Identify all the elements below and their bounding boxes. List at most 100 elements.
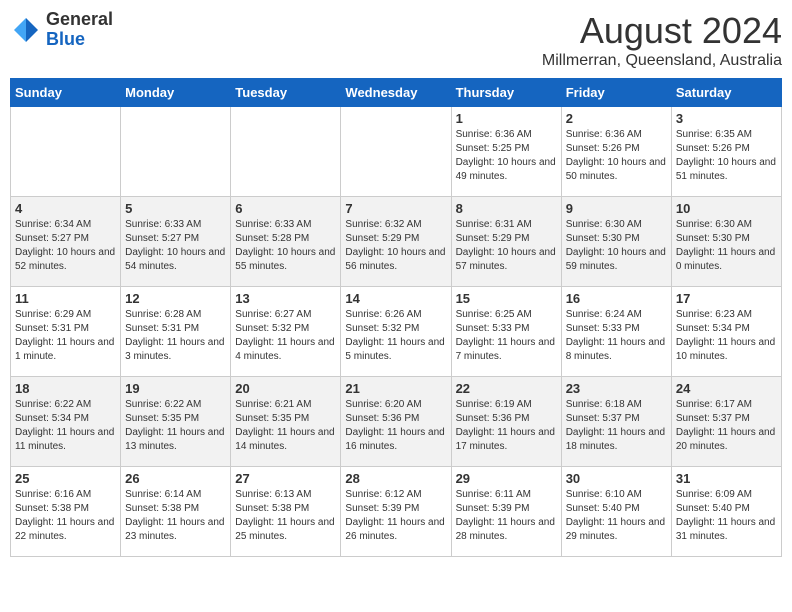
- calendar-cell: 8 Sunrise: 6:31 AM Sunset: 5:29 PM Daylig…: [451, 197, 561, 287]
- day-number: 14: [345, 291, 446, 306]
- day-number: 27: [235, 471, 336, 486]
- day-number: 11: [15, 291, 116, 306]
- day-number: 20: [235, 381, 336, 396]
- day-number: 28: [345, 471, 446, 486]
- calendar-cell: 31Sunrise: 6:09 AM Sunset: 5:40 PM Dayli…: [671, 467, 781, 557]
- calendar-cell: [11, 107, 121, 197]
- day-info: Sunrise: 6:21 AM Sunset: 5:35 PM Dayligh…: [235, 398, 336, 454]
- day-number: 5: [125, 201, 226, 216]
- day-info: Sunrise: 6:26 AM Sunset: 5:32 PM Dayligh…: [345, 308, 446, 364]
- day-info: Sunrise: 6:36 AM Sunset: 5:25 PM Dayligh…: [456, 128, 557, 184]
- calendar-cell: 4 Sunrise: 6:34 AM Sunset: 5:27 PM Daylig…: [11, 197, 121, 287]
- day-info: Sunrise: 6:22 AM Sunset: 5:34 PM Dayligh…: [15, 398, 116, 454]
- day-number: 8: [456, 201, 557, 216]
- day-number: 21: [345, 381, 446, 396]
- day-number: 18: [15, 381, 116, 396]
- day-info: Sunrise: 6:18 AM Sunset: 5:37 PM Dayligh…: [566, 398, 667, 454]
- day-info: Sunrise: 6:28 AM Sunset: 5:31 PM Dayligh…: [125, 308, 226, 364]
- day-info: Sunrise: 6:17 AM Sunset: 5:37 PM Dayligh…: [676, 398, 777, 454]
- day-info: Sunrise: 6:11 AM Sunset: 5:39 PM Dayligh…: [456, 488, 557, 544]
- day-number: 22: [456, 381, 557, 396]
- calendar-cell: 27 Sunrise: 6:13 AM Sunset: 5:38 PM Dayli…: [231, 467, 341, 557]
- day-info: Sunrise: 6:25 AM Sunset: 5:33 PM Dayligh…: [456, 308, 557, 364]
- column-header-tuesday: Tuesday: [231, 79, 341, 107]
- logo-general: General: [46, 10, 113, 30]
- day-number: 15: [456, 291, 557, 306]
- day-number: 3: [676, 111, 777, 126]
- day-number: 30: [566, 471, 667, 486]
- calendar-cell: 26 Sunrise: 6:14 AM Sunset: 5:38 PM Dayli…: [121, 467, 231, 557]
- calendar-cell: 2 Sunrise: 6:36 AM Sunset: 5:26 PM Daylig…: [561, 107, 671, 197]
- calendar-week-row: 18 Sunrise: 6:22 AM Sunset: 5:34 PM Dayli…: [11, 377, 782, 467]
- calendar-cell: 5Sunrise: 6:33 AM Sunset: 5:27 PM Daylig…: [121, 197, 231, 287]
- calendar-cell: 30Sunrise: 6:10 AM Sunset: 5:40 PM Dayli…: [561, 467, 671, 557]
- day-info: Sunrise: 6:27 AM Sunset: 5:32 PM Dayligh…: [235, 308, 336, 364]
- column-header-friday: Friday: [561, 79, 671, 107]
- day-info: Sunrise: 6:36 AM Sunset: 5:26 PM Dayligh…: [566, 128, 667, 184]
- day-info: Sunrise: 6:13 AM Sunset: 5:38 PM Dayligh…: [235, 488, 336, 544]
- calendar-week-row: 1 Sunrise: 6:36 AM Sunset: 5:25 PM Daylig…: [11, 107, 782, 197]
- logo: General Blue: [10, 10, 113, 50]
- day-number: 31: [676, 471, 777, 486]
- column-header-saturday: Saturday: [671, 79, 781, 107]
- day-info: Sunrise: 6:33 AM Sunset: 5:28 PM Dayligh…: [235, 218, 336, 274]
- day-number: 23: [566, 381, 667, 396]
- column-header-thursday: Thursday: [451, 79, 561, 107]
- logo-blue: Blue: [46, 30, 113, 50]
- day-info: Sunrise: 6:20 AM Sunset: 5:36 PM Dayligh…: [345, 398, 446, 454]
- day-info: Sunrise: 6:34 AM Sunset: 5:27 PM Dayligh…: [15, 218, 116, 274]
- day-number: 2: [566, 111, 667, 126]
- calendar-cell: 12Sunrise: 6:28 AM Sunset: 5:31 PM Dayli…: [121, 287, 231, 377]
- day-info: Sunrise: 6:14 AM Sunset: 5:38 PM Dayligh…: [125, 488, 226, 544]
- calendar-cell: 11Sunrise: 6:29 AM Sunset: 5:31 PM Dayli…: [11, 287, 121, 377]
- calendar-cell: 18 Sunrise: 6:22 AM Sunset: 5:34 PM Dayli…: [11, 377, 121, 467]
- calendar-cell: 29 Sunrise: 6:11 AM Sunset: 5:39 PM Dayli…: [451, 467, 561, 557]
- day-number: 6: [235, 201, 336, 216]
- day-info: Sunrise: 6:22 AM Sunset: 5:35 PM Dayligh…: [125, 398, 226, 454]
- calendar-cell: 19 Sunrise: 6:22 AM Sunset: 5:35 PM Dayli…: [121, 377, 231, 467]
- month-year-title: August 2024: [542, 10, 782, 52]
- calendar-cell: 22 Sunrise: 6:19 AM Sunset: 5:36 PM Dayli…: [451, 377, 561, 467]
- day-info: Sunrise: 6:19 AM Sunset: 5:36 PM Dayligh…: [456, 398, 557, 454]
- day-info: Sunrise: 6:31 AM Sunset: 5:29 PM Dayligh…: [456, 218, 557, 274]
- calendar-table: SundayMondayTuesdayWednesdayThursdayFrid…: [10, 78, 782, 557]
- day-number: 7: [345, 201, 446, 216]
- day-number: 24: [676, 381, 777, 396]
- day-number: 25: [15, 471, 116, 486]
- day-number: 9: [566, 201, 667, 216]
- day-number: 4: [15, 201, 116, 216]
- location-subtitle: Millmerran, Queensland, Australia: [542, 52, 782, 70]
- calendar-week-row: 25 Sunrise: 6:16 AM Sunset: 5:38 PM Dayli…: [11, 467, 782, 557]
- column-header-sunday: Sunday: [11, 79, 121, 107]
- calendar-cell: 13 Sunrise: 6:27 AM Sunset: 5:32 PM Dayli…: [231, 287, 341, 377]
- day-number: 19: [125, 381, 226, 396]
- logo-icon: [10, 14, 42, 46]
- calendar-cell: 15 Sunrise: 6:25 AM Sunset: 5:33 PM Dayli…: [451, 287, 561, 377]
- day-info: Sunrise: 6:35 AM Sunset: 5:26 PM Dayligh…: [676, 128, 777, 184]
- day-info: Sunrise: 6:16 AM Sunset: 5:38 PM Dayligh…: [15, 488, 116, 544]
- day-info: Sunrise: 6:23 AM Sunset: 5:34 PM Dayligh…: [676, 308, 777, 364]
- calendar-cell: [341, 107, 451, 197]
- day-info: Sunrise: 6:30 AM Sunset: 5:30 PM Dayligh…: [676, 218, 777, 274]
- calendar-cell: 28Sunrise: 6:12 AM Sunset: 5:39 PM Dayli…: [341, 467, 451, 557]
- calendar-cell: 23 Sunrise: 6:18 AM Sunset: 5:37 PM Dayli…: [561, 377, 671, 467]
- day-number: 17: [676, 291, 777, 306]
- day-info: Sunrise: 6:32 AM Sunset: 5:29 PM Dayligh…: [345, 218, 446, 274]
- day-number: 1: [456, 111, 557, 126]
- calendar-cell: [231, 107, 341, 197]
- day-number: 26: [125, 471, 226, 486]
- calendar-cell: 16Sunrise: 6:24 AM Sunset: 5:33 PM Dayli…: [561, 287, 671, 377]
- calendar-cell: 1 Sunrise: 6:36 AM Sunset: 5:25 PM Daylig…: [451, 107, 561, 197]
- column-header-wednesday: Wednesday: [341, 79, 451, 107]
- day-number: 16: [566, 291, 667, 306]
- day-number: 29: [456, 471, 557, 486]
- day-info: Sunrise: 6:30 AM Sunset: 5:30 PM Dayligh…: [566, 218, 667, 274]
- calendar-cell: 10Sunrise: 6:30 AM Sunset: 5:30 PM Dayli…: [671, 197, 781, 287]
- day-number: 13: [235, 291, 336, 306]
- column-header-monday: Monday: [121, 79, 231, 107]
- calendar-header-row: SundayMondayTuesdayWednesdayThursdayFrid…: [11, 79, 782, 107]
- calendar-cell: 14 Sunrise: 6:26 AM Sunset: 5:32 PM Dayli…: [341, 287, 451, 377]
- calendar-week-row: 11Sunrise: 6:29 AM Sunset: 5:31 PM Dayli…: [11, 287, 782, 377]
- calendar-cell: 21 Sunrise: 6:20 AM Sunset: 5:36 PM Dayli…: [341, 377, 451, 467]
- calendar-cell: 6 Sunrise: 6:33 AM Sunset: 5:28 PM Daylig…: [231, 197, 341, 287]
